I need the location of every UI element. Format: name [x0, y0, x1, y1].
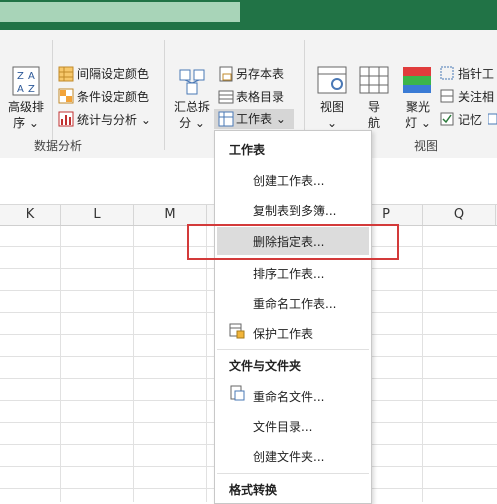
menu-item-sort-sheets[interactable]: 排序工作表... — [253, 265, 324, 282]
column-header-m[interactable]: M — [134, 205, 207, 225]
nav-label-2: 航 — [367, 116, 380, 130]
menu-item-file-dir[interactable]: 文件目录... — [253, 418, 312, 435]
spotlight-button[interactable]: 聚光 灯 ⌄ — [398, 100, 438, 130]
condition-color-button[interactable]: 条件设定颜色 — [77, 90, 149, 104]
pointer-button[interactable]: 指针工 — [458, 67, 494, 81]
follow-button[interactable]: 关注相 — [458, 90, 494, 104]
table-dir-icon — [218, 89, 234, 108]
svg-text:Z: Z — [28, 84, 35, 95]
sort-advanced-button[interactable]: 高级排 序 ⌄ — [4, 100, 48, 130]
worksheet-dropdown-menu: 工作表 创建工作表... 复制表到多簿... 删除指定表... 排序工作表...… — [214, 130, 372, 504]
view-label-2: ⌄ — [326, 116, 338, 130]
sort-advanced-label-2: 序 ⌄ — [13, 116, 39, 130]
rename-file-icon — [229, 385, 245, 404]
spotlight-icon — [402, 66, 432, 97]
save-as-sheet-button[interactable]: 另存本表 — [236, 67, 284, 81]
menu-item-copy-to-books[interactable]: 复制表到多簿... — [253, 202, 336, 219]
memo-button[interactable]: 记忆 — [458, 113, 482, 127]
summary-split-button[interactable]: 汇总拆 分 ⌄ — [172, 100, 212, 130]
search-box[interactable] — [0, 2, 240, 22]
view-label-1: 视图 — [319, 100, 344, 114]
interval-color-button[interactable]: 间隔设定颜色 — [77, 67, 149, 81]
save-as-icon — [218, 66, 234, 85]
menu-item-rename-files[interactable]: 重命名文件... — [253, 388, 324, 405]
stats-button[interactable]: 统计与分析 ⌄ — [77, 113, 151, 127]
view-icon — [317, 66, 347, 97]
grid-color-icon — [58, 66, 74, 85]
sort-advanced-label-1: 高级排 — [7, 100, 44, 114]
svg-text:A: A — [28, 71, 35, 82]
title-bar — [0, 0, 497, 30]
follow-icon — [440, 89, 454, 106]
pointer-icon — [440, 66, 454, 83]
menu-header-worksheet: 工作表 — [229, 143, 266, 157]
worksheet-icon — [218, 111, 234, 130]
menu-item-protect-sheet[interactable]: 保护工作表 — [253, 325, 313, 342]
menu-header-format: 格式转换 — [229, 483, 278, 497]
menu-item-create-folders[interactable]: 创建文件夹... — [253, 448, 324, 465]
column-header-q[interactable]: Q — [423, 205, 496, 225]
summary-split-label-1: 汇总拆 — [173, 100, 210, 114]
summary-split-icon — [178, 68, 206, 99]
sort-az-icon: ZAAZ — [12, 66, 40, 99]
spotlight-label-1: 聚光 — [405, 100, 430, 114]
view-button[interactable]: 视图 ⌄ — [314, 100, 350, 130]
highlight-annotation-box — [187, 224, 399, 260]
menu-item-create-sheet[interactable]: 创建工作表... — [253, 172, 324, 189]
stats-icon — [58, 111, 74, 130]
nav-button[interactable]: 导 航 — [358, 100, 390, 130]
worksheet-label: 工作表 ⌄ — [236, 112, 286, 126]
spotlight-label-2: 灯 ⌄ — [405, 116, 431, 130]
column-header-l[interactable]: L — [61, 205, 134, 225]
worksheet-dropdown-button[interactable]: 工作表 ⌄ — [214, 109, 294, 129]
menu-item-rename-sheets[interactable]: 重命名工作表... — [253, 295, 336, 312]
group-label-data-analysis: 数据分析 — [34, 139, 83, 153]
group-label-view: 视图 — [414, 139, 439, 153]
mail-icon — [487, 112, 497, 129]
protect-sheet-icon — [229, 323, 245, 342]
nav-label-1: 导 — [367, 100, 380, 114]
table-dir-button[interactable]: 表格目录 — [236, 90, 284, 104]
menu-header-files: 文件与文件夹 — [229, 359, 302, 373]
nav-icon — [359, 66, 389, 97]
svg-text:A: A — [17, 84, 24, 95]
summary-split-label-2: 分 ⌄ — [179, 116, 205, 130]
svg-text:Z: Z — [17, 71, 24, 82]
condition-color-icon — [58, 88, 74, 107]
column-header-k[interactable]: K — [0, 205, 61, 225]
memo-icon — [440, 112, 454, 129]
